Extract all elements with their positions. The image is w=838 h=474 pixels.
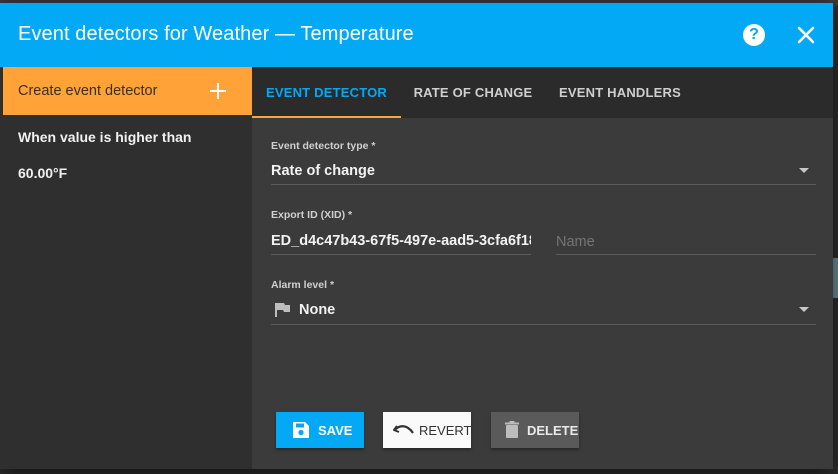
tab-event-detector[interactable]: EVENT DETECTOR xyxy=(252,67,401,118)
tab-event-handlers[interactable]: EVENT HANDLERS xyxy=(545,67,695,118)
close-icon xyxy=(797,26,815,44)
alarm-level-underline xyxy=(271,324,816,325)
dialog-title: Event detectors for Weather — Temperatur… xyxy=(18,23,414,45)
tab-bar: EVENT DETECTOR RATE OF CHANGE EVENT HAND… xyxy=(252,67,833,118)
alarm-level-label: Alarm level * xyxy=(271,279,335,291)
xid-underline xyxy=(271,254,531,255)
detector-threshold: 60.00°F xyxy=(18,165,68,181)
trash-icon xyxy=(505,421,519,438)
alarm-level-select[interactable]: None xyxy=(271,296,816,324)
create-event-detector-label: Create event detector xyxy=(18,83,158,99)
xid-label: Export ID (XID) * xyxy=(271,209,353,221)
chevron-down-icon xyxy=(799,168,809,173)
revert-label: REVERT xyxy=(419,423,472,438)
tab-rate-of-change[interactable]: RATE OF CHANGE xyxy=(401,67,545,118)
detector-type-underline xyxy=(271,184,816,185)
undo-icon xyxy=(393,425,414,434)
delete-button[interactable]: DELETE xyxy=(491,412,579,448)
save-label: SAVE xyxy=(318,423,353,438)
detector-editor: EVENT DETECTOR RATE OF CHANGE EVENT HAND… xyxy=(252,67,833,469)
help-button[interactable]: ? xyxy=(742,23,766,47)
xid-input[interactable]: ED_d4c47b43-67f5-497e-aad5-3cfa6f18fc xyxy=(271,227,531,255)
xid-value: ED_d4c47b43-67f5-497e-aad5-3cfa6f18fc xyxy=(271,233,531,249)
active-tab-indicator xyxy=(252,116,401,118)
create-event-detector-button[interactable]: Create event detector xyxy=(3,67,252,115)
revert-button[interactable]: REVERT xyxy=(383,412,472,448)
flag-icon xyxy=(275,303,290,317)
alarm-level-value: None xyxy=(299,302,336,318)
detector-type-select[interactable]: Rate of change xyxy=(271,157,816,185)
detector-type-label: Event detector type * xyxy=(271,140,376,152)
detector-type-value: Rate of change xyxy=(271,163,375,179)
name-input[interactable] xyxy=(556,231,816,253)
event-detectors-dialog: Event detectors for Weather — Temperatur… xyxy=(0,3,833,469)
help-icon: ? xyxy=(743,24,765,46)
close-button[interactable] xyxy=(794,23,818,47)
save-button[interactable]: SAVE xyxy=(276,412,364,448)
detector-sidebar: Create event detector When value is high… xyxy=(0,67,252,469)
dialog-titlebar: Event detectors for Weather — Temperatur… xyxy=(0,3,833,67)
detector-condition: When value is higher than xyxy=(18,129,192,145)
delete-label: DELETE xyxy=(527,423,579,438)
detector-list-item[interactable]: When value is higher than 60.00°F xyxy=(0,115,252,197)
save-icon xyxy=(293,422,309,438)
chevron-down-icon xyxy=(799,307,809,312)
plus-icon xyxy=(210,83,226,99)
name-underline xyxy=(556,254,816,255)
